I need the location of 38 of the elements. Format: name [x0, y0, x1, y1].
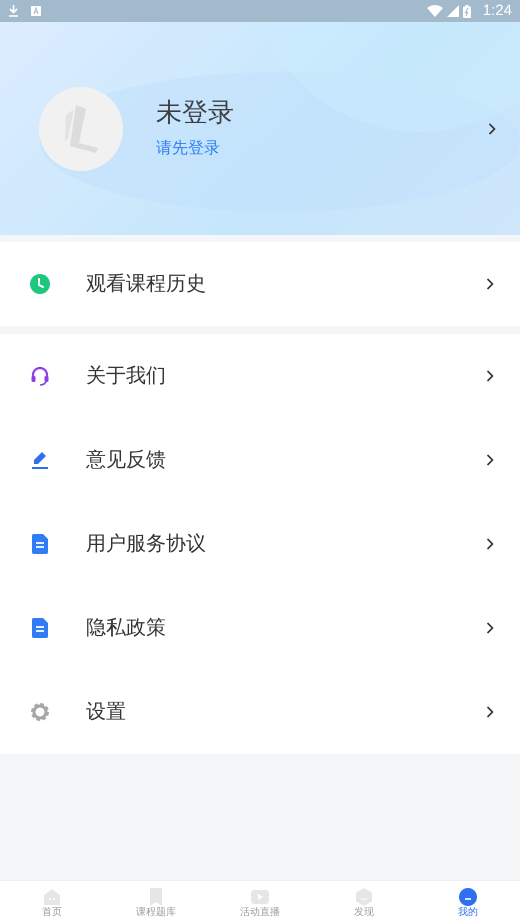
menu-label: 观看课程历史 [86, 272, 207, 297]
chevron-icon [486, 454, 494, 466]
menu-item[interactable]: 观看课程历史 [0, 242, 520, 326]
chevron-icon [486, 622, 494, 634]
clock-icon [30, 274, 50, 294]
chevron-icon [486, 706, 494, 718]
gear-icon [30, 702, 50, 722]
menu-item[interactable]: 隐私政策 [0, 586, 520, 670]
menu-item[interactable]: 关于我们 [0, 334, 520, 418]
clock-time: 1:24 [482, 0, 512, 21]
hexagon-icon [354, 887, 374, 907]
face-icon [458, 887, 478, 907]
user-name: 未登录 [156, 96, 235, 129]
keyboard-icon [31, 6, 41, 16]
menu-label: 隐私政策 [86, 616, 167, 641]
battery-icon [462, 4, 471, 18]
house-icon [42, 887, 62, 907]
chevron-icon [486, 370, 494, 382]
menu-label: 意见反馈 [86, 448, 167, 473]
chevron-icon [488, 122, 496, 134]
tab[interactable]: 我的 [416, 881, 520, 924]
document-icon [32, 618, 48, 638]
headset-icon [30, 366, 50, 386]
signal-icon [446, 5, 459, 17]
profile-header[interactable]: 未登录 请先登录 [0, 22, 520, 235]
pencil-icon [31, 450, 49, 470]
menu-item[interactable]: 设置 [0, 670, 520, 754]
menu-label: 用户服务协议 [86, 532, 207, 557]
menu-label: 设置 [86, 700, 127, 725]
chevron-icon [486, 538, 494, 550]
play-icon [250, 887, 270, 907]
document-icon [32, 534, 48, 554]
wifi-icon [426, 5, 443, 17]
chevron-icon [486, 278, 494, 290]
download-icon [8, 5, 19, 17]
menu-label: 关于我们 [86, 364, 167, 389]
menu-item[interactable]: 用户服务协议 [0, 502, 520, 586]
menu-item[interactable]: 意见反馈 [0, 418, 520, 502]
